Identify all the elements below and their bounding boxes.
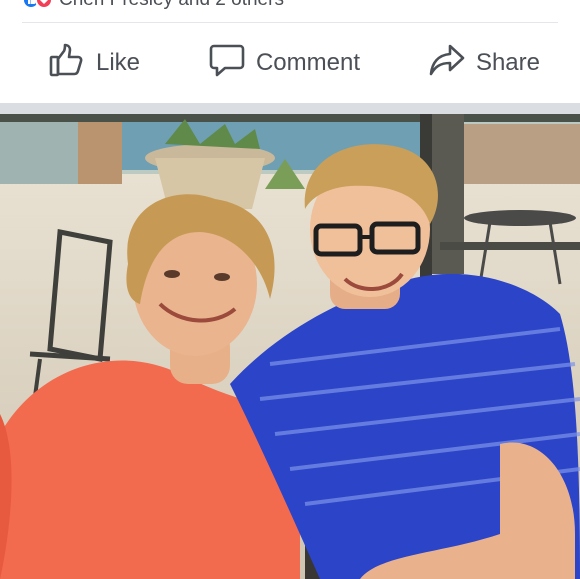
- thumbs-up-icon: [48, 41, 86, 86]
- reaction-summary-text[interactable]: Cheri Presley and 2 others: [59, 0, 284, 9]
- separator-band: [0, 103, 580, 114]
- photo-illustration: [0, 114, 580, 579]
- share-button[interactable]: Share: [428, 41, 540, 86]
- comment-label: Comment: [255, 49, 360, 76]
- speech-bubble-icon: [208, 41, 246, 86]
- share-label: Share: [475, 49, 540, 76]
- comment-button[interactable]: Comment: [208, 41, 360, 86]
- reaction-summary-bar[interactable]: Cheri Presley and 2 others: [0, 0, 580, 22]
- love-reaction-icon: [35, 0, 53, 9]
- post-photo[interactable]: [0, 114, 580, 579]
- like-label: Like: [96, 49, 141, 76]
- post-action-bar: Like Comment Share: [0, 23, 580, 103]
- like-button[interactable]: Like: [48, 41, 140, 86]
- reaction-summary[interactable]: Cheri Presley and 2 others: [22, 0, 284, 9]
- share-arrow-icon: [428, 41, 466, 86]
